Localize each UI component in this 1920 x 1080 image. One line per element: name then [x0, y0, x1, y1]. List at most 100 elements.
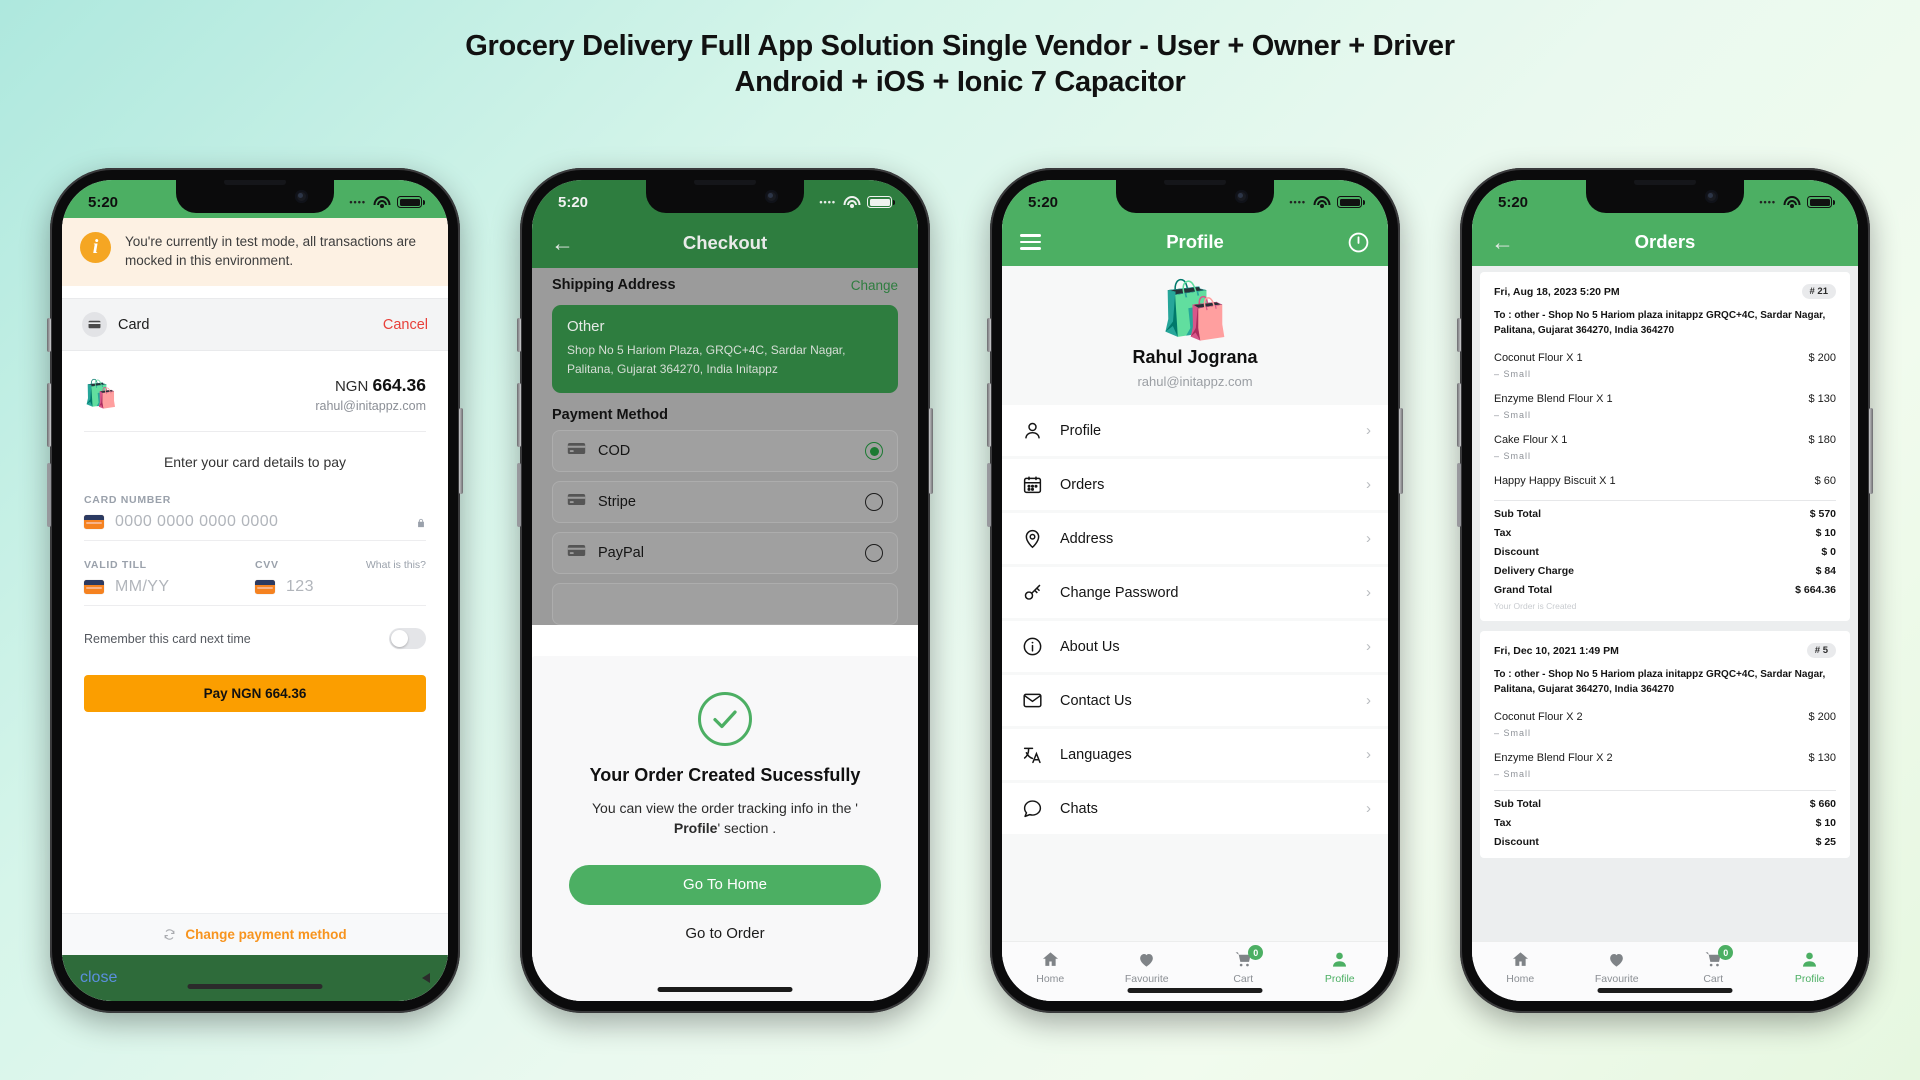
user-name: Rahul Jograna — [1132, 347, 1258, 367]
order-item: Coconut Flour X 1 – Small $ 200 — [1494, 348, 1836, 379]
back-arrow-icon[interactable]: ← — [551, 231, 574, 255]
menu-item-chats[interactable]: Chats › — [1002, 783, 1388, 834]
order-item: Enzyme Blend Flour X 1 – Small $ 130 — [1494, 389, 1836, 420]
order-item-name: Coconut Flour X 2 — [1494, 711, 1583, 723]
payment-option-paypal[interactable]: PayPal — [552, 532, 898, 575]
tab-profile[interactable]: Profile — [1762, 950, 1859, 985]
order-summary-row: Tax $ 10 — [1494, 527, 1836, 539]
close-button[interactable]: close — [80, 969, 117, 987]
summary-value: $ 570 — [1809, 508, 1836, 520]
order-item: Cake Flour X 1 – Small $ 180 — [1494, 430, 1836, 461]
valid-till-input[interactable]: MM/YY — [84, 571, 255, 607]
order-card[interactable]: Fri, Dec 10, 2021 1:49 PM # 5 To : other… — [1480, 631, 1850, 858]
back-arrow-icon[interactable] — [422, 973, 430, 983]
menu-item-orders[interactable]: Orders › — [1002, 459, 1388, 510]
order-item-name: Cake Flour X 1 — [1494, 434, 1568, 446]
hamburger-menu-icon[interactable] — [1020, 230, 1041, 253]
tab-favourite[interactable]: Favourite — [1099, 950, 1196, 985]
pay-button[interactable]: Pay NGN 664.36 — [84, 675, 426, 713]
tab-cart[interactable]: 0 Cart — [1195, 945, 1292, 985]
order-summary-row: Grand Total $ 664.36 — [1494, 584, 1836, 596]
valid-till-field: VALID TILL MM/YY — [84, 559, 255, 607]
menu-item-about-us[interactable]: About Us › — [1002, 621, 1388, 672]
home-indicator — [1597, 988, 1733, 993]
order-summary-row: Discount $ 25 — [1494, 836, 1836, 848]
power-icon[interactable] — [1347, 231, 1370, 254]
summary-key: Discount — [1494, 546, 1539, 558]
cart-badge: 0 — [1248, 945, 1264, 960]
cvv-input[interactable]: 123 — [255, 571, 426, 607]
menu-item-change-password[interactable]: Change Password › — [1002, 567, 1388, 618]
payment-option-partial[interactable] — [552, 583, 898, 626]
valid-till-placeholder: MM/YY — [115, 578, 170, 596]
earpiece-speaker — [224, 180, 286, 185]
chevron-right-icon: › — [1366, 476, 1371, 493]
card-number-input[interactable]: 0000 0000 0000 0000 — [84, 506, 426, 542]
shipping-address-label: Shipping Address — [552, 277, 676, 293]
menu-item-languages[interactable]: Languages › — [1002, 729, 1388, 780]
cancel-button[interactable]: Cancel — [383, 317, 428, 333]
tab-label: Profile — [1794, 973, 1825, 985]
menu-item-label: Address — [1060, 530, 1114, 547]
order-success-modal: Your Order Created Sucessfully You can v… — [532, 656, 918, 1001]
tab-cart[interactable]: 0 Cart — [1665, 945, 1762, 985]
shipping-address-card[interactable]: Other Shop No 5 Hariom Plaza, GRQC+4C, S… — [552, 305, 898, 394]
menu-item-label: Change Password — [1060, 584, 1179, 601]
notch — [176, 180, 334, 213]
page-title: Grocery Delivery Full App Solution Singl… — [0, 0, 1920, 101]
order-card[interactable]: Fri, Aug 18, 2023 5:20 PM # 21 To : othe… — [1480, 272, 1850, 621]
order-item-size: – Small — [1494, 769, 1532, 779]
method-label: Card — [118, 316, 150, 333]
order-number-badge: # 21 — [1801, 284, 1836, 299]
info-icon — [1023, 637, 1042, 656]
person-icon — [1803, 952, 1817, 967]
change-payment-method-button[interactable]: Change payment method — [62, 913, 448, 955]
tab-profile[interactable]: Profile — [1292, 950, 1389, 985]
what-is-this-link[interactable]: What is this? — [366, 559, 426, 571]
tab-label: Home — [1036, 973, 1065, 985]
summary-key: Sub Total — [1494, 798, 1542, 810]
wifi-icon — [843, 195, 860, 209]
summary-key: Tax — [1494, 527, 1512, 539]
tab-home[interactable]: Home — [1002, 950, 1099, 985]
profile-navbar: Profile — [1002, 218, 1388, 266]
change-address-button[interactable]: Change — [851, 278, 898, 293]
success-body-part-1: You can view the order tracking info in … — [592, 800, 858, 816]
wifi-icon — [1313, 195, 1330, 209]
card-number-placeholder: 0000 0000 0000 0000 — [115, 513, 279, 531]
page-title-line-1: Grocery Delivery Full App Solution Singl… — [465, 30, 1455, 62]
orders-list[interactable]: Fri, Aug 18, 2023 5:20 PM # 21 To : othe… — [1472, 266, 1858, 941]
menu-item-contact-us[interactable]: Contact Us › — [1002, 675, 1388, 726]
remember-card-row[interactable]: Remember this card next time — [62, 606, 448, 650]
back-arrow-icon[interactable]: ← — [1491, 230, 1514, 254]
go-to-order-button[interactable]: Go to Order — [685, 925, 764, 942]
menu-item-label: Orders — [1060, 476, 1105, 493]
menu-item-label: Contact Us — [1060, 692, 1132, 709]
radio-unselected-icon[interactable] — [865, 544, 883, 563]
menu-item-address[interactable]: Address › — [1002, 513, 1388, 564]
summary-key: Sub Total — [1494, 508, 1542, 520]
address-line-1: Shop No 5 Hariom Plaza, GRQC+4C, Sardar … — [567, 343, 846, 357]
tab-home[interactable]: Home — [1472, 950, 1569, 985]
cart-badge: 0 — [1718, 945, 1734, 960]
page-title-line-2: Android + iOS + Ionic 7 Capacitor — [734, 66, 1186, 99]
menu-item-profile[interactable]: Profile › — [1002, 405, 1388, 456]
payment-option-cod[interactable]: COD — [552, 430, 898, 473]
radio-selected-icon[interactable] — [865, 442, 883, 461]
radio-unselected-icon[interactable] — [865, 493, 883, 512]
order-summary-row: Tax $ 10 — [1494, 817, 1836, 829]
go-to-home-button[interactable]: Go To Home — [569, 864, 881, 905]
grocery-bag-icon: 🛍️ — [84, 378, 118, 409]
tab-label: Cart — [1233, 973, 1254, 985]
screen-payment: 5:20 •••• i You're currently in test mod… — [62, 180, 448, 1001]
selected-method-row[interactable]: Card Cancel — [62, 298, 448, 352]
screen-checkout: 5:20 •••• ← Checkout Shipping Address Ch… — [532, 180, 918, 1001]
heart-icon — [1140, 953, 1154, 967]
remember-card-toggle[interactable] — [389, 628, 426, 650]
lock-icon — [418, 519, 424, 528]
order-item-price: $ 180 — [1808, 434, 1836, 446]
expiry-cvv-row: VALID TILL MM/YY CVV What is this? 123 — [84, 559, 426, 607]
tab-favourite[interactable]: Favourite — [1569, 950, 1666, 985]
payment-option-stripe[interactable]: Stripe — [552, 481, 898, 524]
translate-icon — [1023, 747, 1041, 764]
